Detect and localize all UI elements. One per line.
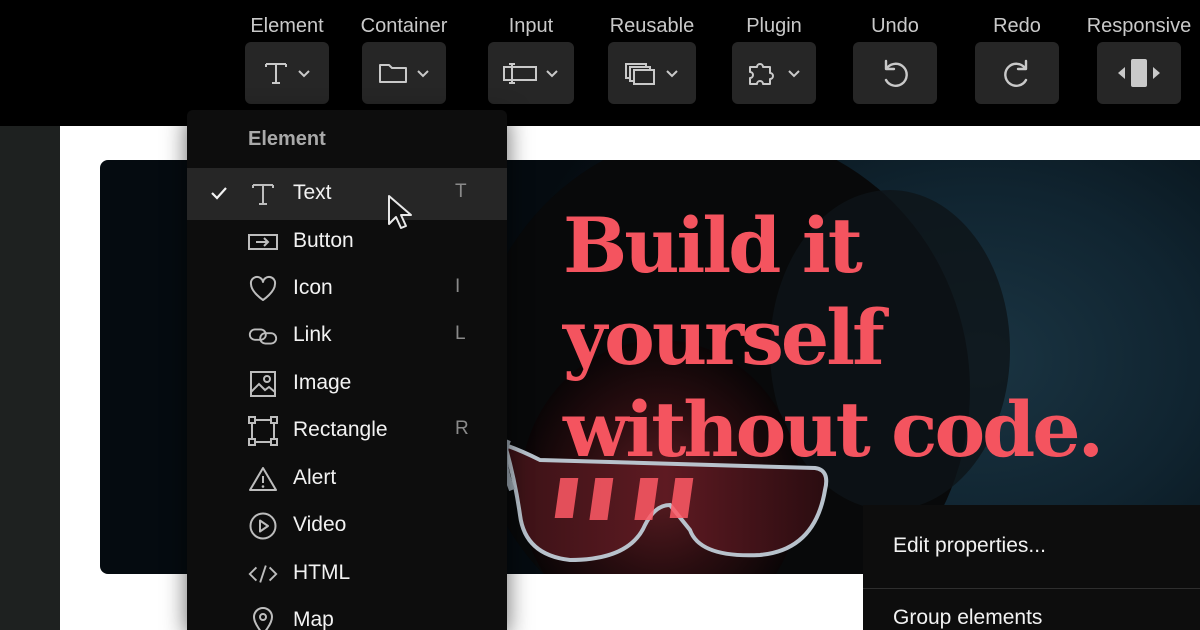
menu-item-label: Alert	[293, 466, 337, 489]
container-dropdown-button[interactable]	[362, 42, 446, 104]
context-menu-divider	[863, 588, 1200, 589]
map-pin-icon	[247, 606, 279, 630]
context-menu: Edit properties... Group elements	[863, 505, 1200, 630]
toolbar-redo-label: Redo	[993, 15, 1041, 37]
toolbar-reusable: Reusable	[606, 12, 698, 104]
menu-item-label: Link	[293, 323, 332, 346]
shortcut-key: T	[455, 181, 467, 202]
toolbar-plugin-label: Plugin	[746, 15, 802, 37]
headline-line-1: Build it yourself	[563, 201, 885, 382]
toolbar-element: Element	[245, 12, 329, 104]
alert-triangle-icon	[247, 464, 279, 494]
undo-button[interactable]	[853, 42, 937, 104]
menu-item-label: Video	[293, 513, 347, 536]
stacked-layers-icon	[625, 63, 655, 85]
menu-item-rectangle[interactable]: Rectangle R	[187, 405, 507, 457]
text-t-icon	[265, 63, 287, 84]
toolbar-responsive: Responsive	[1084, 12, 1194, 104]
element-dropdown-menu: Element Text T Button Icon I Link L Imag…	[187, 110, 507, 630]
shortcut-key: L	[455, 323, 466, 344]
heart-icon	[247, 274, 279, 304]
rectangle-icon	[247, 416, 279, 446]
menu-item-label: Button	[293, 229, 354, 252]
plugin-dropdown-button[interactable]	[732, 42, 816, 104]
toolbar-reusable-label: Reusable	[609, 15, 695, 37]
menu-item-label: HTML	[293, 561, 351, 584]
menu-header: Element	[248, 128, 326, 150]
hero-headline[interactable]: Build it yourself without code.	[563, 200, 1183, 476]
menu-item-image[interactable]: Image	[187, 358, 507, 410]
menu-item-text[interactable]: Text T	[187, 168, 507, 220]
toolbar-responsive-label: Responsive	[1086, 15, 1192, 37]
menu-item-label: Map	[293, 608, 334, 630]
toolbar-plugin: Plugin	[731, 12, 817, 104]
link-icon	[247, 321, 279, 351]
toolbar-redo: Redo	[975, 12, 1059, 104]
menu-item-label: Rectangle	[293, 418, 388, 441]
toolbar-input-label: Input	[508, 15, 554, 37]
menu-item-video[interactable]: Video	[187, 500, 507, 552]
redo-icon	[1004, 59, 1028, 87]
redo-button[interactable]	[975, 42, 1059, 104]
input-dropdown-button[interactable]	[488, 42, 574, 104]
headline-line-2: without code.	[563, 385, 1104, 474]
undo-icon	[884, 59, 908, 87]
chevron-down-icon	[546, 70, 558, 78]
play-circle-icon	[247, 511, 279, 541]
responsive-icon	[1118, 59, 1160, 87]
element-dropdown-button[interactable]	[245, 42, 329, 104]
folder-icon	[379, 64, 407, 83]
shortcut-key: I	[455, 276, 461, 297]
chevron-down-icon	[417, 70, 429, 78]
reusable-dropdown-button[interactable]	[608, 42, 696, 104]
context-item-group-elements[interactable]: Group elements	[893, 606, 1042, 630]
toolbar-container-label: Container	[360, 15, 448, 37]
menu-item-label: Text	[293, 181, 332, 204]
menu-item-html[interactable]: HTML	[187, 548, 507, 600]
checkmark-icon	[211, 187, 227, 200]
menu-item-map[interactable]: Map	[187, 595, 507, 630]
responsive-button[interactable]	[1097, 42, 1181, 104]
toolbar-element-label: Element	[250, 15, 324, 37]
toolbar-container: Container	[360, 12, 448, 104]
puzzle-icon	[749, 63, 774, 85]
button-icon	[247, 227, 279, 257]
toolbar-input: Input	[488, 12, 574, 104]
image-icon	[247, 369, 279, 399]
menu-item-label: Image	[293, 371, 352, 394]
shortcut-key: R	[455, 418, 469, 439]
menu-item-icon[interactable]: Icon I	[187, 263, 507, 315]
chevron-down-icon	[298, 70, 310, 78]
input-field-icon	[503, 63, 537, 84]
chevron-down-icon	[788, 70, 800, 78]
toolbar-undo-label: Undo	[871, 15, 919, 37]
chevron-down-icon	[666, 70, 678, 78]
menu-item-link[interactable]: Link L	[187, 310, 507, 362]
menu-item-button[interactable]: Button	[187, 216, 507, 268]
context-item-edit-properties[interactable]: Edit properties...	[893, 534, 1046, 558]
menu-item-label: Icon	[293, 276, 333, 299]
code-icon	[247, 559, 279, 589]
top-toolbar: Element Container Input Reusable Plugin	[0, 0, 1200, 126]
text-t-icon	[247, 179, 279, 209]
mouse-pointer-icon	[388, 195, 412, 229]
toolbar-undo: Undo	[853, 12, 937, 104]
menu-item-alert[interactable]: Alert	[187, 453, 507, 505]
left-sidebar-rail	[0, 126, 60, 630]
